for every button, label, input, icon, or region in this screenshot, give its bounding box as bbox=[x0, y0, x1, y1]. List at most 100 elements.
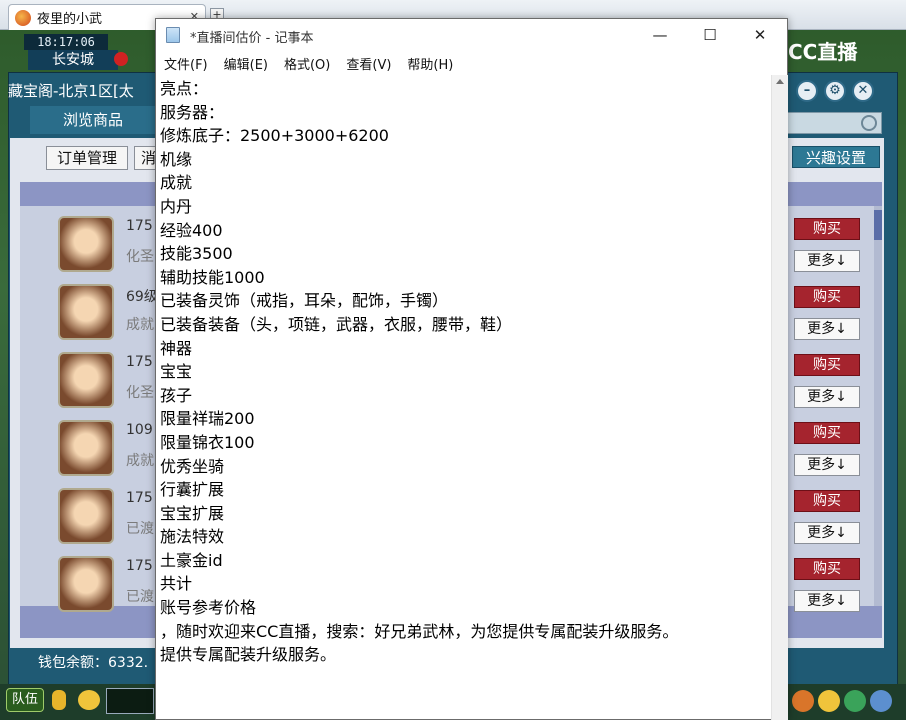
character-avatar[interactable] bbox=[58, 488, 114, 544]
text-line: 内丹 bbox=[160, 196, 193, 216]
buy-button[interactable]: 购买 bbox=[794, 286, 860, 308]
close-button[interactable]: ✕ bbox=[740, 23, 780, 47]
chat-input[interactable] bbox=[106, 688, 154, 714]
character-status: 成就 bbox=[126, 317, 154, 333]
menu-view[interactable]: 查看(V) bbox=[338, 54, 399, 73]
text-line: 优秀坐骑 bbox=[160, 456, 225, 476]
character-level: 175 bbox=[126, 354, 153, 370]
character-avatar[interactable] bbox=[58, 556, 114, 612]
text-line: ，随时欢迎来CC直播，搜索：好兄弟武林，为您提供专属配装升级服务。 bbox=[160, 621, 679, 641]
buy-button[interactable]: 购买 bbox=[794, 558, 860, 580]
character-status: 化圣 bbox=[126, 249, 154, 265]
character-status: 已渡 bbox=[126, 589, 154, 605]
maximize-button[interactable]: ☐ bbox=[690, 23, 730, 47]
brand-label: CC直播 bbox=[788, 39, 858, 64]
character-avatar[interactable] bbox=[58, 216, 114, 272]
character-level: 175 bbox=[126, 490, 153, 506]
notepad-title: *直播间估价 - 记事本 bbox=[190, 31, 314, 46]
panel-title: 藏宝阁-北京1区[太 bbox=[8, 82, 134, 100]
activity-icon[interactable] bbox=[792, 690, 814, 712]
notepad-icon bbox=[166, 27, 180, 43]
tab-title: 夜里的小武 bbox=[37, 12, 103, 27]
text-line: 土豪金id bbox=[160, 550, 223, 570]
more-button[interactable]: 更多↓ bbox=[794, 250, 860, 272]
more-button[interactable]: 更多↓ bbox=[794, 590, 860, 612]
character-level: 69级 bbox=[126, 289, 158, 305]
text-line: 提供专属配装升级服务。 bbox=[160, 645, 337, 665]
character-status: 化圣 bbox=[126, 385, 154, 401]
character-level: 109 bbox=[126, 422, 153, 438]
text-line: 机缘 bbox=[160, 149, 193, 169]
character-level: 175 bbox=[126, 218, 153, 234]
notepad-window: *直播间估价 - 记事本 — ☐ ✕ 文件(F) 编辑(E) 格式(O) 查看(… bbox=[155, 18, 788, 720]
text-line: 限量锦衣100 bbox=[160, 432, 255, 452]
notepad-vertical-scrollbar[interactable] bbox=[771, 75, 788, 720]
more-button[interactable]: 更多↓ bbox=[794, 454, 860, 476]
text-line: 亮点： bbox=[160, 79, 209, 98]
emote-icon[interactable] bbox=[818, 690, 840, 712]
map-marker-icon[interactable] bbox=[114, 52, 128, 66]
browse-goods-tab[interactable]: 浏览商品 bbox=[30, 106, 156, 134]
text-line: 服务器： bbox=[160, 102, 225, 122]
text-line: 宝宝 bbox=[160, 362, 193, 382]
buy-button[interactable]: 购买 bbox=[794, 490, 860, 512]
panel-close-button[interactable]: ✕ bbox=[852, 80, 874, 102]
game-logo-icon bbox=[15, 9, 31, 26]
order-management-button[interactable]: 订单管理 bbox=[46, 146, 128, 170]
notepad-titlebar[interactable]: *直播间估价 - 记事本 — ☐ ✕ bbox=[156, 19, 787, 51]
panel-controls: – ⚙ ✕ bbox=[796, 80, 886, 102]
more-button[interactable]: 更多↓ bbox=[794, 318, 860, 340]
text-line: 宝宝扩展 bbox=[160, 503, 225, 523]
notepad-menubar: 文件(F) 编辑(E) 格式(O) 查看(V) 帮助(H) bbox=[156, 51, 787, 75]
more-button[interactable]: 更多↓ bbox=[794, 386, 860, 408]
text-line: 技能3500 bbox=[160, 244, 233, 264]
text-line: 共计 bbox=[160, 574, 193, 594]
character-level: 175 bbox=[126, 558, 153, 574]
notepad-text-area[interactable]: 亮点： 服务器： 修炼底子：2500+3000+6200 机缘成就内丹经验400 技能3… bbox=[156, 75, 772, 720]
text-line: 行囊扩展 bbox=[160, 480, 225, 500]
menu-help[interactable]: 帮助(H) bbox=[399, 54, 461, 73]
character-status: 成就 bbox=[126, 453, 154, 469]
text-line: 神器 bbox=[160, 338, 193, 358]
text-line: 辅助技能1000 bbox=[160, 267, 265, 287]
game-clock: 18:17:06 bbox=[24, 34, 108, 50]
text-line: 孩子 bbox=[160, 385, 193, 405]
wallet-balance: 钱包余额：6332. bbox=[38, 655, 149, 671]
buy-button[interactable]: 购买 bbox=[794, 422, 860, 444]
microphone-icon[interactable] bbox=[52, 690, 66, 710]
text-line: 限量祥瑞200 bbox=[160, 409, 255, 429]
scroll-thumb[interactable] bbox=[874, 210, 882, 240]
text-line: 账号参考价格 bbox=[160, 598, 257, 618]
interest-settings-button[interactable]: 兴趣设置 bbox=[792, 146, 880, 168]
character-avatar[interactable] bbox=[58, 352, 114, 408]
panel-settings-button[interactable]: ⚙ bbox=[824, 80, 846, 102]
character-status: 已渡 bbox=[126, 521, 154, 537]
cc-live-logo: CC直播 bbox=[788, 36, 894, 64]
more-button[interactable]: 更多↓ bbox=[794, 522, 860, 544]
search-field[interactable] bbox=[780, 112, 882, 134]
text-line: 已装备灵饰（戒指，耳朵，配饰，手镯） bbox=[160, 291, 449, 311]
panel-minimize-button[interactable]: – bbox=[796, 80, 818, 102]
map-location[interactable]: 长安城 bbox=[28, 50, 118, 70]
text-line: 已装备装备（头，项链，武器，衣服，腰带，鞋） bbox=[160, 314, 513, 334]
character-avatar[interactable] bbox=[58, 284, 114, 340]
team-button[interactable]: 队伍 bbox=[6, 688, 44, 712]
search-icon[interactable] bbox=[861, 115, 877, 131]
minimize-button[interactable]: — bbox=[640, 23, 680, 47]
chat-bubble-icon[interactable] bbox=[78, 690, 100, 710]
friends-icon[interactable] bbox=[844, 690, 866, 712]
scroll-up-arrow-icon[interactable] bbox=[776, 79, 784, 84]
text-line: 成就 bbox=[160, 173, 193, 193]
menu-edit[interactable]: 编辑(E) bbox=[216, 54, 276, 73]
text-line: 修炼底子：2500+3000+6200 bbox=[160, 126, 389, 146]
character-avatar[interactable] bbox=[58, 420, 114, 476]
menu-format[interactable]: 格式(O) bbox=[276, 54, 338, 73]
game-tray bbox=[792, 684, 902, 718]
buy-button[interactable]: 购买 bbox=[794, 354, 860, 376]
text-line: 经验400 bbox=[160, 220, 223, 240]
system-icon[interactable] bbox=[870, 690, 892, 712]
buy-button[interactable]: 购买 bbox=[794, 218, 860, 240]
goods-list-scrollbar[interactable] bbox=[874, 206, 882, 606]
menu-file[interactable]: 文件(F) bbox=[156, 54, 216, 73]
text-line: 施法特效 bbox=[160, 527, 225, 547]
